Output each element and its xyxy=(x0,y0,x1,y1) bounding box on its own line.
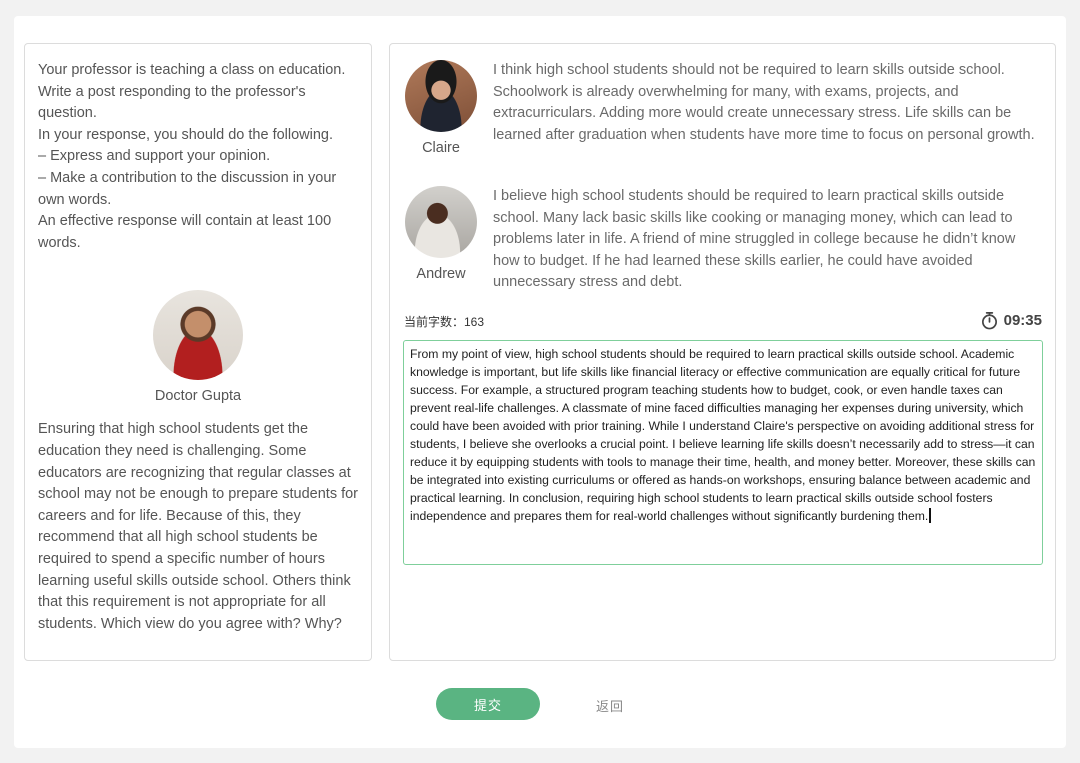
author-name: Claire xyxy=(422,140,460,156)
word-count: 当前字数：163 xyxy=(404,315,485,329)
instruction-line: – Make a contribution to the discussion … xyxy=(38,169,337,208)
author-name: Andrew xyxy=(416,266,466,282)
post-author: Claire xyxy=(403,60,479,156)
response-text: From my point of view, high school stude… xyxy=(410,347,1036,523)
stopwatch-icon xyxy=(981,312,997,330)
post-text: I believe high school students should be… xyxy=(493,188,1016,291)
professor-name: Doctor Gupta xyxy=(154,388,242,405)
professor-question: Ensuring that high school students get t… xyxy=(38,421,359,632)
back-link[interactable]: 返回 xyxy=(596,696,624,715)
avatar xyxy=(405,186,477,258)
professor-avatar xyxy=(153,290,243,381)
timer-value: 09:35 xyxy=(1003,312,1042,329)
prompt-panel: Your professor is teaching a class on ed… xyxy=(24,43,372,661)
response-textarea[interactable]: From my point of view, high school stude… xyxy=(403,340,1043,565)
submit-button[interactable]: 提交 xyxy=(436,688,540,720)
post-author: Andrew xyxy=(403,186,479,294)
instruction-line: An effective response will contain at le… xyxy=(38,213,332,251)
discussion-panel: Claire I think high school students shou… xyxy=(389,43,1056,661)
instruction-line: Your professor is teaching a class on ed… xyxy=(38,62,346,122)
countdown-timer: 09:35 xyxy=(980,311,1042,330)
avatar xyxy=(405,60,477,132)
student-post-andrew: Andrew I believe high school students sh… xyxy=(403,186,1043,294)
text-cursor xyxy=(929,508,931,523)
student-post-claire: Claire I think high school students shou… xyxy=(403,60,1043,156)
post-text: I think high school students should not … xyxy=(493,62,1035,143)
page-card: Your professor is teaching a class on ed… xyxy=(14,16,1066,748)
task-instructions: Your professor is teaching a class on ed… xyxy=(38,60,358,254)
professor-profile: Doctor Gupta xyxy=(38,290,358,404)
instruction-line: – Express and support your opinion. xyxy=(38,148,271,165)
instruction-line: In your response, you should do the foll… xyxy=(38,126,334,143)
